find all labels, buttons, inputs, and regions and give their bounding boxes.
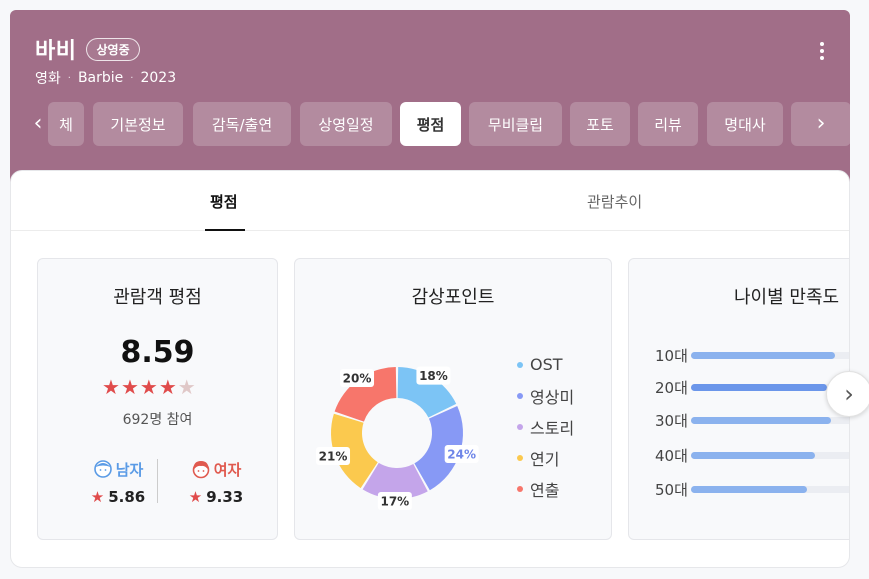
tab-review[interactable]: 리뷰 (638, 102, 698, 146)
rating-score: 8.59 (120, 335, 195, 370)
tab-schedule[interactable]: 상영일정 (300, 102, 392, 146)
subtab-rating[interactable]: 평점 (210, 191, 238, 212)
donut-value-label: 18% (416, 366, 451, 385)
age-row: 50대 (655, 479, 849, 499)
star-icon: ★ (188, 488, 203, 506)
legend-item: 연출 (517, 473, 574, 504)
female-score: ★ 9.33 (188, 488, 244, 506)
donut-value-label: 24% (444, 445, 479, 464)
viewing-points-donut-chart: 18% 24% 17% 21% 20% (316, 366, 479, 510)
age-label: 20대 (655, 378, 688, 397)
age-row: 30대 (655, 410, 849, 430)
star-icon: ★ (158, 375, 178, 399)
legend-item: 영상미 (517, 380, 574, 411)
svg-text:18%: 18% (419, 369, 448, 383)
male-label: 남자 (68, 459, 168, 480)
card-title: 관람객 평점 (113, 287, 202, 308)
age-bar-track (691, 416, 849, 424)
viewing-points-card: 감상포인트 18% 24% 17% 21% 20% OST 영상미스토리연기연출 (294, 258, 612, 540)
meta-type: 영화 (35, 71, 61, 87)
subtab-bar: 평점 관람추이 (11, 171, 849, 231)
female-label: 여자 (166, 459, 266, 480)
tab-basic-info[interactable]: 기본정보 (93, 102, 183, 146)
age-row: 40대 (655, 445, 849, 465)
age-label: 10대 (655, 346, 688, 365)
age-bar-track (691, 351, 849, 359)
star-rating: ★★★★★ (102, 375, 197, 399)
legend-dot-icon (517, 392, 523, 399)
male-rating: 남자 ★ 5.86 (68, 459, 168, 506)
chart-legend: OST 영상미스토리연기연출 (517, 349, 574, 504)
tab-director-cast[interactable]: 감독/출연 (193, 102, 291, 146)
age-label: 30대 (655, 411, 688, 430)
legend-dot-icon (517, 454, 523, 461)
donut-value-label: 20% (340, 368, 375, 387)
chevron-right-icon[interactable]: › (811, 112, 831, 136)
meta-original-title: Barbie (77, 70, 124, 86)
tab-movie-clip[interactable]: 무비클립 (469, 102, 562, 146)
donut-value-label: 21% (316, 447, 351, 466)
subtab-active-indicator (205, 229, 245, 231)
svg-text:24%: 24% (447, 448, 476, 462)
age-row: 10대 (655, 345, 849, 365)
donut-value-label: 17% (377, 491, 412, 510)
age-label: 50대 (655, 480, 688, 499)
male-avatar-icon (93, 460, 112, 478)
participant-count: 692명 참여 (122, 412, 193, 428)
age-bar-track (691, 451, 849, 459)
legend-label: OST (530, 355, 563, 374)
legend-label: 연출 (530, 480, 560, 500)
legend-dot-icon (517, 423, 523, 430)
star-icon: ★ (102, 375, 121, 399)
movie-meta: 영화 · Barbie · 2023 (35, 68, 176, 88)
age-bar-fill (691, 416, 831, 424)
legend-label: 영상미 (530, 387, 575, 407)
legend-item: 연기 (517, 442, 574, 473)
age-bar-track (691, 485, 849, 493)
age-satisfaction-card: 나이별 만족도 10대 20대 30대 40대 50대 (628, 258, 849, 540)
tab-quotes[interactable]: 명대사 (707, 102, 783, 146)
star-icon: ★ (90, 488, 105, 506)
card-title: 감상포인트 (411, 287, 495, 308)
movie-title: 바비 (35, 39, 77, 64)
star-icon: ★ (120, 375, 140, 399)
gender-divider (157, 459, 158, 503)
legend-item: OST (517, 349, 574, 380)
star-icon: ★ (139, 375, 159, 399)
age-bar-fill (691, 383, 827, 391)
rating-panel: 평점 관람추이 관람객 평점 8.59 ★★★★★ 692명 참여 남자 ★ 5.… (10, 170, 850, 568)
tab-rating[interactable]: 평점 (400, 102, 461, 146)
age-bar-fill (691, 451, 815, 459)
subtab-viewing-trend[interactable]: 관람추이 (587, 191, 642, 212)
female-avatar-icon (192, 461, 209, 479)
age-bar-fill (691, 485, 807, 493)
legend-dot-icon (517, 485, 523, 492)
chevron-left-icon[interactable]: ‹ (28, 112, 48, 136)
audience-rating-card: 관람객 평점 8.59 ★★★★★ 692명 참여 남자 ★ 5.86 여자 ★… (37, 258, 278, 540)
age-bar-fill (691, 351, 835, 359)
legend-label: 연기 (530, 449, 560, 469)
male-score: ★ 5.86 (90, 488, 146, 506)
star-half-icon: ★ (177, 375, 197, 399)
svg-text:20%: 20% (343, 371, 372, 385)
legend-dot-icon (517, 361, 523, 368)
meta-year: 2023 (140, 70, 177, 86)
svg-text:21%: 21% (319, 450, 348, 464)
tab-bar: 체 기본정보 감독/출연 상영일정 평점 무비클립 포토 리뷰 명대사 (10, 102, 850, 148)
age-label: 40대 (655, 446, 688, 465)
card-title: 나이별 만족도 (734, 287, 840, 308)
female-rating: 여자 ★ 9.33 (166, 459, 266, 506)
title-row: 바비 상영중 (35, 33, 140, 65)
legend-item: 스토리 (517, 411, 574, 442)
tab-all[interactable]: 체 (48, 102, 84, 146)
tab-photo[interactable]: 포토 (570, 102, 630, 146)
meta-separator: · (67, 72, 71, 84)
age-row: 20대 (655, 377, 849, 397)
next-card-button[interactable]: › (826, 371, 869, 417)
more-options-icon[interactable] (812, 40, 832, 62)
svg-text:17%: 17% (380, 494, 409, 508)
legend-label: 스토리 (530, 418, 575, 438)
meta-separator: · (130, 72, 134, 84)
status-badge: 상영중 (86, 37, 140, 61)
